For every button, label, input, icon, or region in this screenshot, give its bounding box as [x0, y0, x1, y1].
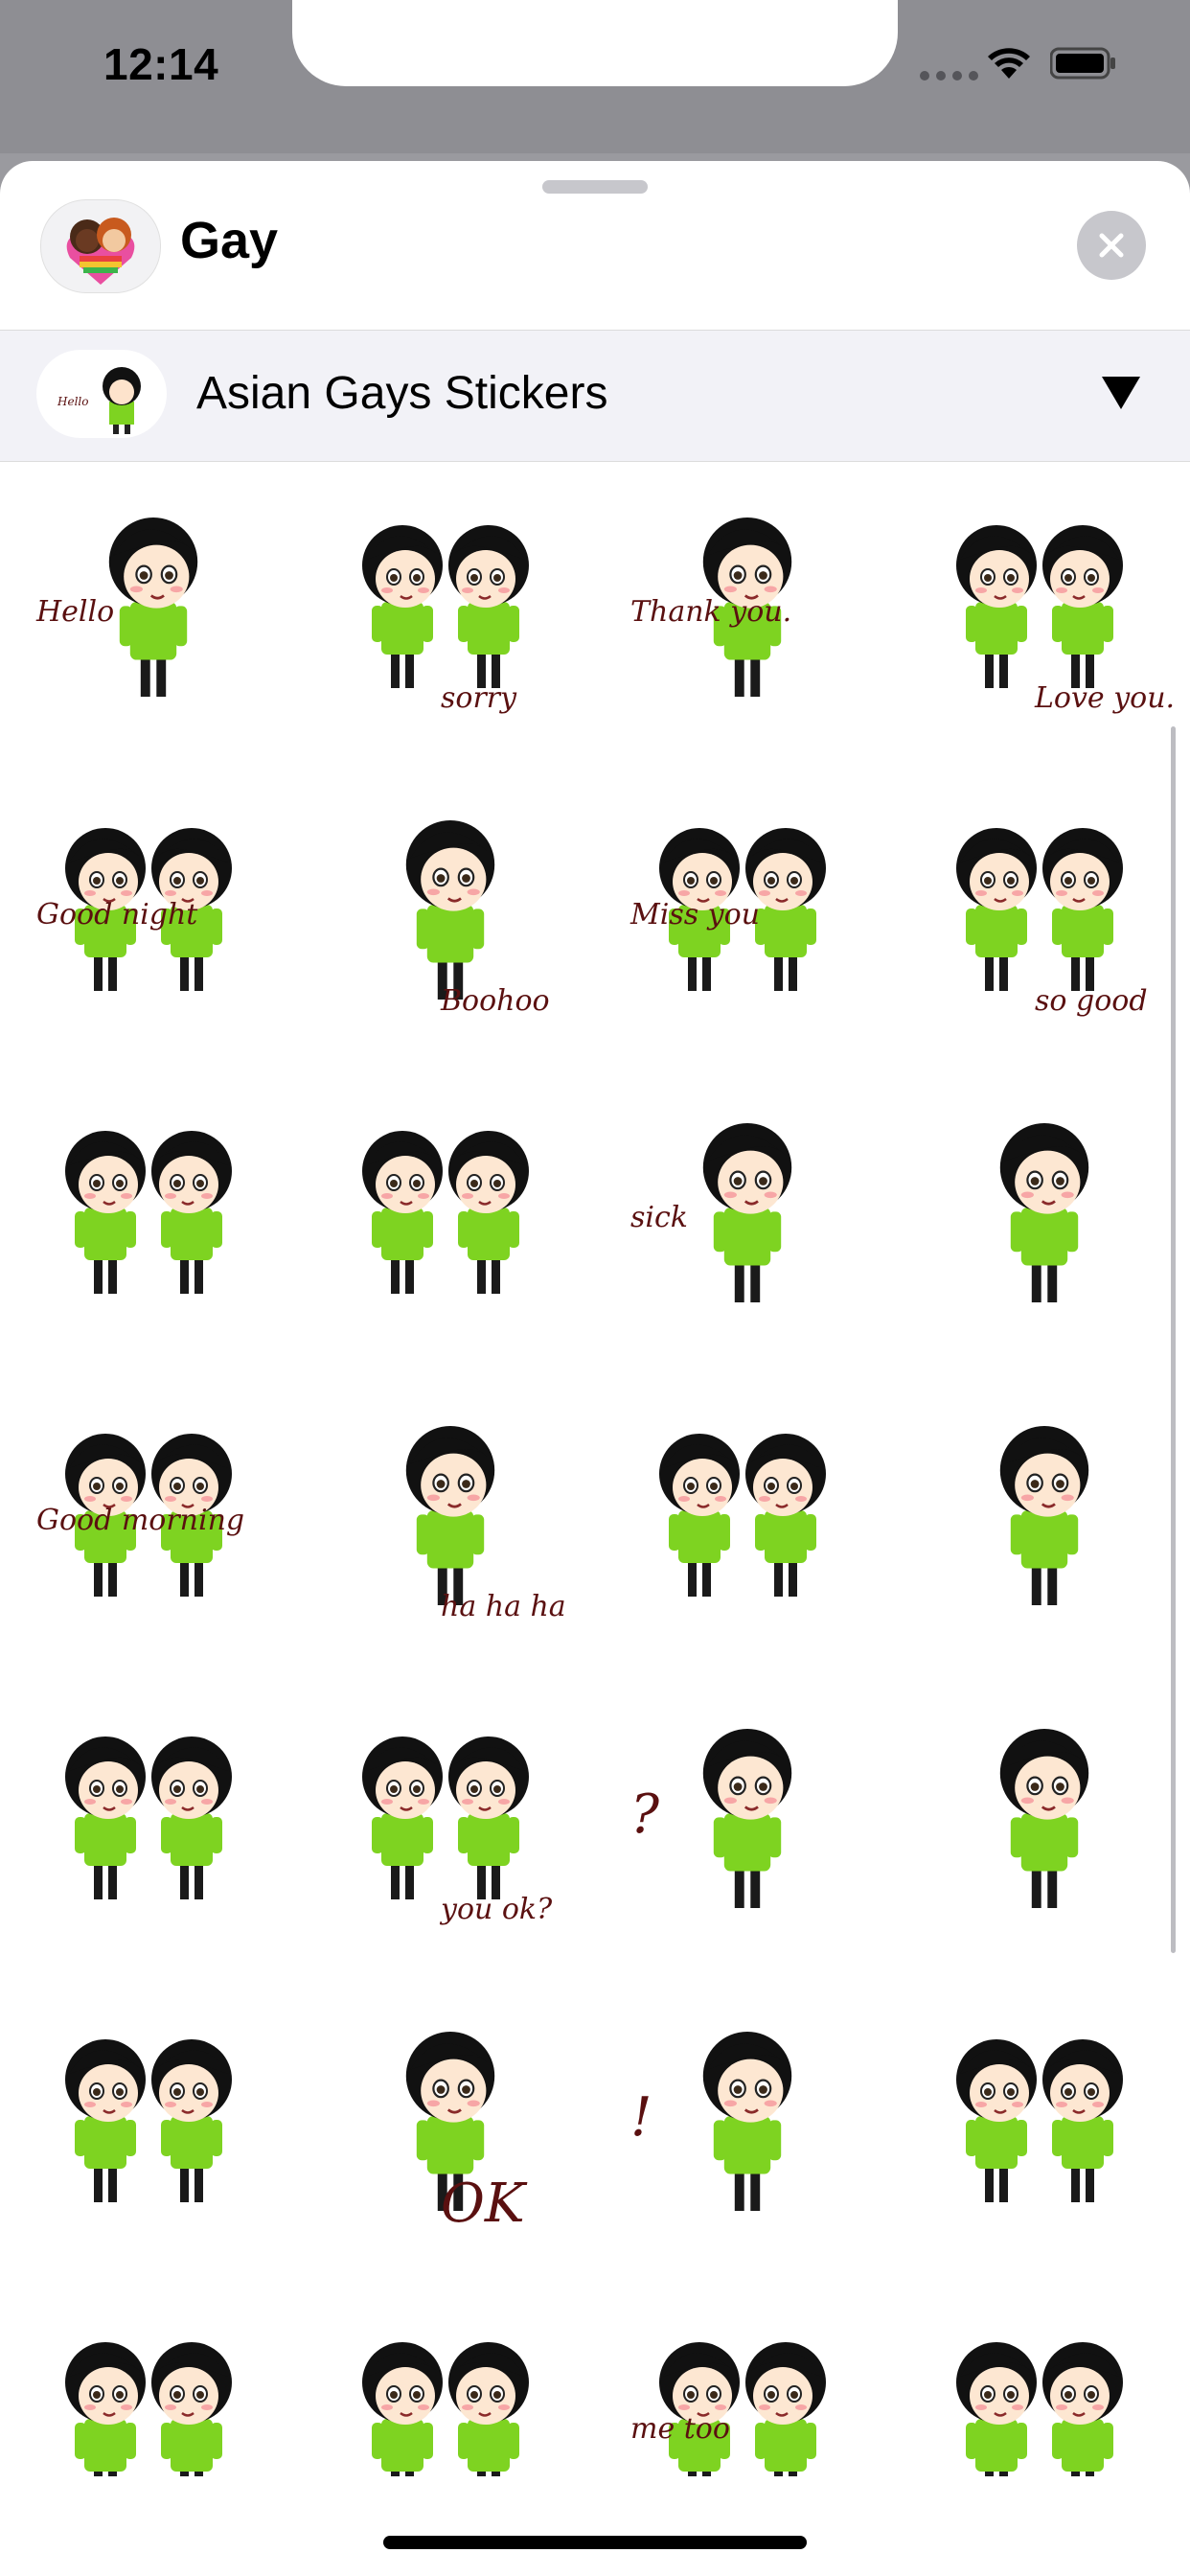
app-title: Gay — [180, 212, 279, 269]
sticker-art — [956, 2342, 1123, 2476]
sticker-3[interactable]: Thank you. — [594, 468, 891, 755]
sticker-caption: ? — [630, 1783, 660, 1846]
sticker-art — [65, 1736, 232, 1899]
wifi-icon — [988, 48, 1030, 79]
sticker-11[interactable]: sick — [594, 1073, 891, 1361]
sticker-art: you ok? — [362, 1736, 553, 1926]
close-button[interactable] — [1077, 211, 1146, 280]
sticker-art: Boohoo — [405, 820, 550, 1018]
sticker-art: OK — [405, 2032, 528, 2235]
sticker-12[interactable] — [891, 1073, 1188, 1361]
close-icon — [1099, 233, 1124, 258]
app-avatar — [40, 199, 161, 293]
sticker-28[interactable] — [891, 2285, 1188, 2476]
sticker-art: Hello — [35, 518, 198, 697]
sticker-caption: Good morning — [36, 1504, 244, 1537]
sticker-caption: ha ha ha — [441, 1590, 566, 1623]
sticker-17[interactable] — [0, 1679, 297, 1966]
sticker-caption: Boohoo — [440, 984, 550, 1018]
sticker-art: ! — [630, 2032, 792, 2211]
sticker-art — [659, 1434, 826, 1597]
sticker-caption: so good — [1035, 984, 1148, 1018]
cellular-signal-icon — [920, 71, 978, 80]
sticker-art — [999, 1729, 1089, 1908]
sticker-art: me too — [630, 2342, 826, 2476]
sticker-24[interactable] — [891, 1982, 1188, 2269]
sticker-art — [65, 1131, 232, 1294]
sticker-8[interactable]: so good — [891, 770, 1188, 1058]
sticker-2[interactable]: sorry — [297, 468, 594, 755]
sticker-caption: me too — [630, 2412, 730, 2446]
sticker-art — [999, 1426, 1089, 1605]
sticker-6[interactable]: Boohoo — [297, 770, 594, 1058]
sticker-caption: sorry — [441, 681, 517, 715]
sticker-21[interactable] — [0, 1982, 297, 2269]
sticker-18[interactable]: you ok? — [297, 1679, 594, 1966]
sheet-behind-notch — [292, 0, 898, 86]
sticker-art — [65, 2342, 232, 2476]
sticker-10[interactable] — [297, 1073, 594, 1361]
sticker-art: Miss you — [629, 828, 826, 991]
sticker-art: Good morning — [36, 1434, 244, 1597]
sticker-caption: Good night — [36, 898, 198, 932]
sticker-22[interactable]: OK — [297, 1982, 594, 2269]
sticker-19[interactable]: ? — [594, 1679, 891, 1966]
battery-icon — [1050, 47, 1115, 80]
sticker-25[interactable] — [0, 2285, 297, 2476]
pack-title: Asian Gays Stickers — [196, 368, 608, 419]
status-bar: 12:14 — [0, 0, 1190, 153]
sticker-caption: sick — [630, 1201, 688, 1234]
sticker-art: ? — [630, 1729, 792, 1908]
sheet-grabber[interactable] — [542, 180, 648, 194]
scrollbar[interactable] — [1171, 726, 1176, 1953]
sticker-art: so good — [956, 828, 1148, 1018]
sticker-27[interactable]: me too — [594, 2285, 891, 2476]
sticker-caption: Thank you. — [630, 595, 791, 629]
sticker-14[interactable]: ha ha ha — [297, 1376, 594, 1664]
sticker-13[interactable]: Good morning — [0, 1376, 297, 1664]
sticker-caption: Love you. — [1034, 681, 1175, 715]
sticker-art — [65, 2039, 232, 2202]
sticker-16[interactable] — [891, 1376, 1188, 1664]
sticker-art: Thank you. — [630, 518, 792, 697]
pack-icon: Hello — [36, 350, 167, 438]
sticker-art: Love you. — [956, 525, 1175, 715]
sticker-caption: Miss you — [629, 898, 760, 932]
sticker-20[interactable] — [891, 1679, 1188, 1966]
sticker-23[interactable]: ! — [594, 1982, 891, 2269]
status-time: 12:14 — [103, 39, 219, 89]
sticker-1[interactable]: Hello — [0, 468, 297, 755]
dropdown-triangle-icon[interactable] — [1100, 373, 1142, 411]
sticker-art — [362, 1131, 529, 1294]
sticker-26[interactable]: Bye Bye — [297, 2285, 594, 2476]
sticker-caption: OK — [441, 2173, 528, 2235]
sticker-9[interactable] — [0, 1073, 297, 1361]
home-indicator[interactable] — [383, 2536, 807, 2549]
pack-icon-caption: Hello — [57, 395, 88, 408]
sticker-5[interactable]: Good night — [0, 770, 297, 1058]
sticker-art: Good night — [36, 828, 232, 991]
sticker-art: sorry — [362, 525, 529, 715]
sticker-4[interactable]: Love you. — [891, 468, 1188, 755]
sticker-art — [956, 2039, 1123, 2202]
sticker-art: Bye Bye — [362, 2342, 529, 2476]
sticker-pack-selector[interactable]: Hello Asian Gays Stickers — [0, 330, 1190, 462]
sticker-grid: Hello sorry Thank you. Love you. Good ni… — [0, 460, 1190, 2476]
sticker-caption: Hello — [35, 595, 114, 629]
sticker-art: sick — [630, 1123, 792, 1302]
sticker-7[interactable]: Miss you — [594, 770, 891, 1058]
sticker-sheet: Gay Hello Asian Gays Stickers Hello sorr… — [0, 161, 1190, 2576]
sticker-15[interactable] — [594, 1376, 891, 1664]
sticker-art — [999, 1123, 1089, 1302]
sticker-art: ha ha ha — [405, 1426, 566, 1623]
sticker-caption: you ok? — [439, 1893, 553, 1926]
sticker-caption: ! — [630, 2086, 652, 2149]
